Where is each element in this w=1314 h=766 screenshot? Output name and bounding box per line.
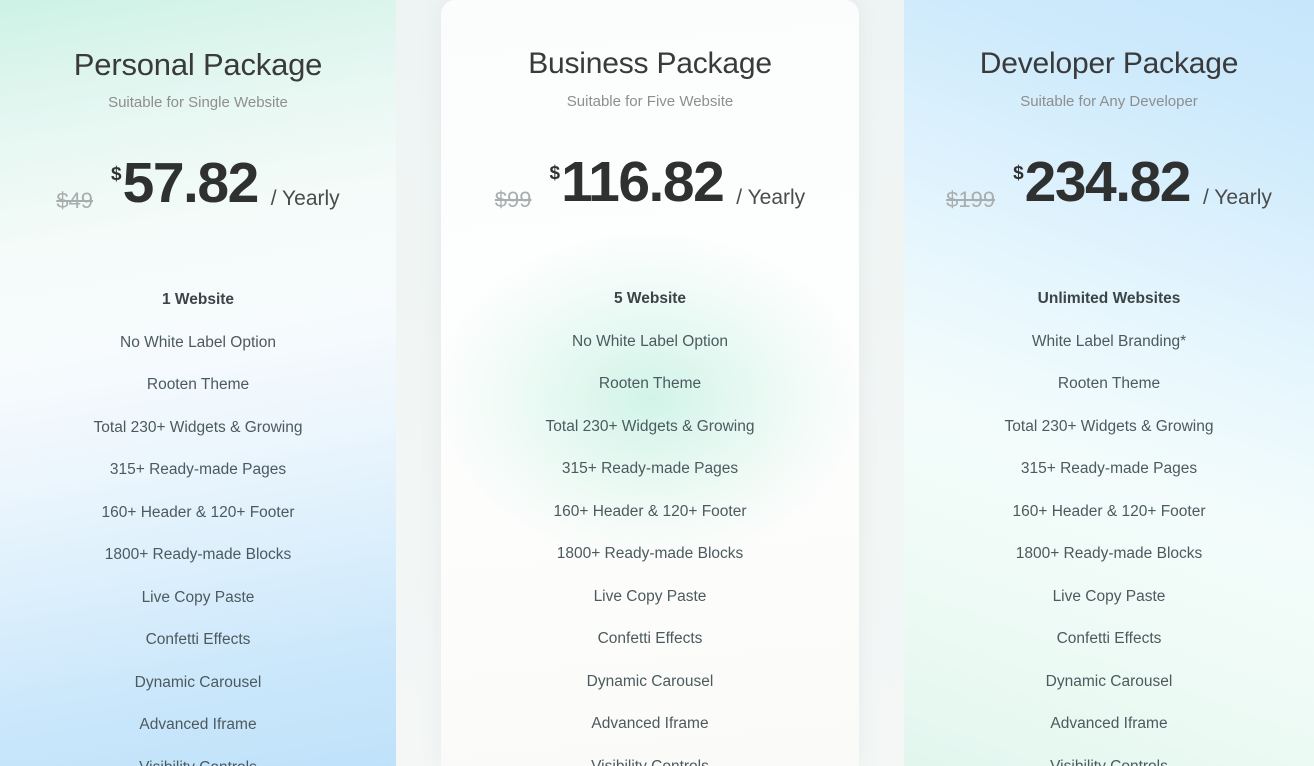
feature-list: 5 Website No White Label Option Rooten T…	[441, 282, 859, 766]
package-subtitle: Suitable for Single Website	[108, 94, 288, 112]
current-price: $ 57.82	[111, 151, 260, 216]
list-item: 1800+ Ready-made Blocks	[1015, 545, 1203, 562]
list-item: 1800+ Ready-made Blocks	[104, 546, 292, 564]
price-row: $99 $ 116.82 / Yearly	[441, 150, 859, 226]
list-item: Dynamic Carousel	[134, 673, 262, 691]
list-item: Visibility Controls	[1050, 757, 1168, 766]
list-item: Visibility Controls	[591, 757, 709, 766]
list-item: Rooten Theme	[598, 375, 702, 392]
currency-symbol: $	[1013, 163, 1024, 184]
list-item: Advanced Iframe	[139, 716, 257, 734]
list-item: 160+ Header & 120+ Footer	[553, 502, 747, 520]
price-period: / Yearly	[1202, 186, 1272, 209]
list-item: White Label Branding*	[1031, 332, 1187, 350]
list-item: Dynamic Carousel	[1045, 672, 1173, 690]
pricing-card-business[interactable]: Business Package Suitable for Five Websi…	[441, 0, 859, 766]
list-item: Unlimited Websites	[1037, 290, 1181, 307]
package-title: Personal Package	[73, 47, 323, 82]
list-item: Live Copy Paste	[593, 587, 707, 605]
list-item: 1 Website	[161, 291, 235, 309]
list-item: Advanced Iframe	[591, 715, 709, 732]
list-item: 160+ Header & 120+ Footer	[101, 503, 295, 521]
list-item: Total 230+ Widgets & Growing	[1004, 417, 1214, 435]
currency-symbol: $	[549, 163, 561, 184]
pricing-card-developer[interactable]: Developer Package Suitable for Any Devel…	[904, 0, 1314, 766]
feature-list: Unlimited Websites White Label Branding*…	[904, 282, 1314, 766]
list-item: 1800+ Ready-made Blocks	[556, 545, 744, 562]
list-item: Visibility Controls	[0, 751, 396, 766]
pricing-table: Personal Package Suitable for Single Web…	[0, 0, 1314, 766]
price-amount: 116.82	[561, 150, 725, 214]
price-period: / Yearly	[270, 187, 340, 211]
list-item: No White Label Option	[572, 332, 728, 350]
old-price: $99	[494, 187, 532, 212]
list-item: Confetti Effects	[145, 631, 251, 649]
list-item: Confetti Effects	[1056, 630, 1162, 647]
list-item: No White Label Option	[120, 333, 276, 351]
list-item: Advanced Iframe	[1050, 715, 1168, 732]
list-item: 160+ Header & 120+ Footer	[1012, 502, 1206, 520]
list-item: 315+ Ready-made Pages	[109, 461, 287, 479]
list-item: Dynamic Carousel	[586, 672, 714, 690]
package-title: Developer Package	[979, 47, 1239, 80]
package-title: Business Package	[528, 47, 772, 80]
list-item: 315+ Ready-made Pages	[1020, 460, 1198, 477]
price-amount: 57.82	[122, 151, 260, 216]
list-item: Rooten Theme	[146, 376, 250, 394]
list-item: Total 230+ Widgets & Growing	[93, 418, 303, 436]
old-price: $199	[946, 187, 996, 212]
package-subtitle: Suitable for Five Website	[566, 93, 734, 110]
currency-symbol: $	[111, 164, 122, 186]
price-amount: 234.82	[1024, 150, 1192, 214]
list-item: Rooten Theme	[1057, 375, 1161, 392]
list-item: Live Copy Paste	[1052, 587, 1166, 605]
current-price: $ 234.82	[1013, 150, 1192, 214]
list-item: 5 Website	[613, 290, 687, 307]
current-price: $ 116.82	[549, 150, 725, 214]
list-item: Confetti Effects	[597, 630, 703, 647]
list-item: Live Copy Paste	[141, 588, 255, 606]
pricing-card-personal[interactable]: Personal Package Suitable for Single Web…	[0, 0, 396, 766]
price-row: $199 $ 234.82 / Yearly	[904, 150, 1314, 226]
feature-list: 1 Website No White Label Option Rooten T…	[0, 283, 396, 766]
list-item: Total 230+ Widgets & Growing	[545, 417, 755, 435]
price-row: $49 $ 57.82 / Yearly	[0, 151, 396, 227]
package-subtitle: Suitable for Any Developer	[1020, 93, 1198, 110]
list-item: 315+ Ready-made Pages	[561, 460, 739, 477]
price-period: / Yearly	[736, 186, 806, 209]
old-price: $49	[56, 188, 94, 214]
